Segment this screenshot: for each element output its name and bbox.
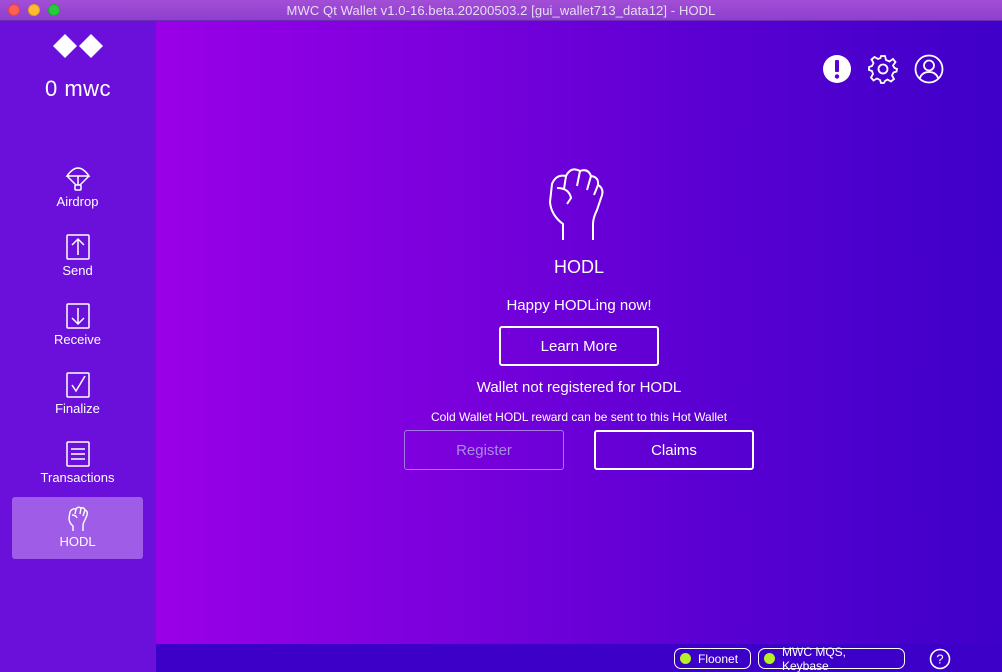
help-label: ? [936,652,943,667]
status-dot-icon [680,653,691,664]
checkmark-icon [65,372,90,398]
status-dot-icon [764,653,775,664]
sidebar-item-label: HODL [59,534,96,549]
list-icon [65,441,90,467]
status-bar: Floonet MWC MQS, Keybase ? [156,644,1002,672]
sidebar-item-transactions[interactable]: Transactions [12,433,143,495]
header-actions [822,54,944,84]
window-title: MWC Qt Wallet v1.0-16.beta.20200503.2 [g… [286,2,716,18]
page-title: HODL [553,257,604,277]
alert-icon[interactable] [822,54,852,84]
account-icon[interactable] [914,54,944,84]
mwc-logo-icon [53,34,103,58]
register-button[interactable]: Register [404,430,564,470]
download-arrow-icon [65,303,90,329]
parachute-icon [65,167,90,191]
window-controls [8,4,60,16]
sidebar-item-label: Transactions [40,470,115,485]
sidebar-item-hodl[interactable]: HODL [12,497,143,559]
network-label: Floonet [698,651,739,666]
fist-icon [548,168,604,240]
listener-label: MWC MQS, Keybase [782,644,846,672]
upload-arrow-icon [65,234,90,260]
learn-more-button[interactable]: Learn More [499,326,659,366]
wallet-balance: 0 mwc [44,76,112,101]
sidebar-item-receive[interactable]: Receive [12,295,143,357]
sidebar-item-label: Receive [54,332,101,347]
sidebar-item-label: Airdrop [56,194,99,209]
sidebar-item-label: Send [62,263,93,278]
fist-icon [67,506,88,531]
network-status-badge[interactable]: Floonet [674,648,751,669]
sidebar-item-label: Finalize [55,401,100,416]
minimize-window-button[interactable] [28,4,40,16]
sidebar-item-finalize[interactable]: Finalize [12,364,143,426]
sidebar-item-send[interactable]: Send [12,226,143,288]
hodl-status-message: Happy HODLing now! [506,297,652,314]
main-panel: HODL Happy HODLing now! Learn More Walle… [156,21,1002,644]
sidebar: 0 mwc Airdrop Send Receive Finalize Tran… [0,21,156,672]
claims-button[interactable]: Claims [594,430,754,470]
cold-wallet-note: Cold Wallet HODL reward can be sent to t… [430,410,728,424]
maximize-window-button[interactable] [48,4,60,16]
registration-status: Wallet not registered for HODL [476,379,682,396]
help-icon[interactable]: ? [929,648,951,670]
close-window-button[interactable] [8,4,20,16]
listener-status-badge[interactable]: MWC MQS, Keybase [758,644,905,672]
gear-icon[interactable] [868,54,898,84]
title-bar: MWC Qt Wallet v1.0-16.beta.20200503.2 [g… [0,0,1002,21]
sidebar-item-airdrop[interactable]: Airdrop [12,157,143,219]
